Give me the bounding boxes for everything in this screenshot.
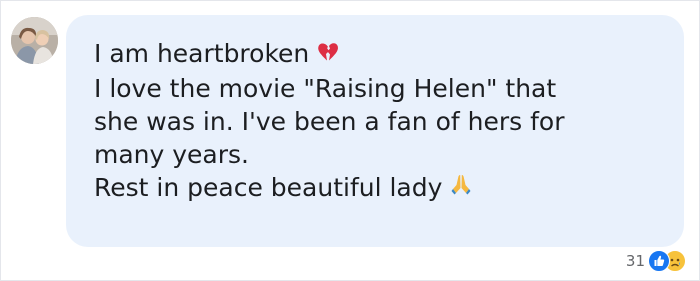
folded-hands-icon [450,170,472,203]
comment-line-text: I am heartbroken [94,39,310,68]
comment-line: I am heartbroken [94,37,664,72]
like-icon [648,250,670,272]
avatar[interactable] [11,17,58,64]
comment-line: many years. [94,139,250,169]
avatar-photo [11,17,58,64]
reaction-count: 31 [625,252,645,270]
reactions-summary[interactable]: 31 [626,250,686,272]
comment-line: she was in. I've been a fan of hers for [94,106,565,136]
comment-line: I love the movie "Raising Helen" that [94,73,557,103]
comment-line-text: Rest in peace beautiful lady [94,172,443,202]
comment-text: I am heartbroken I love the movie "Raisi… [94,37,664,205]
comment-line: Rest in peace beautiful lady [94,171,664,206]
broken-heart-icon [317,37,339,70]
